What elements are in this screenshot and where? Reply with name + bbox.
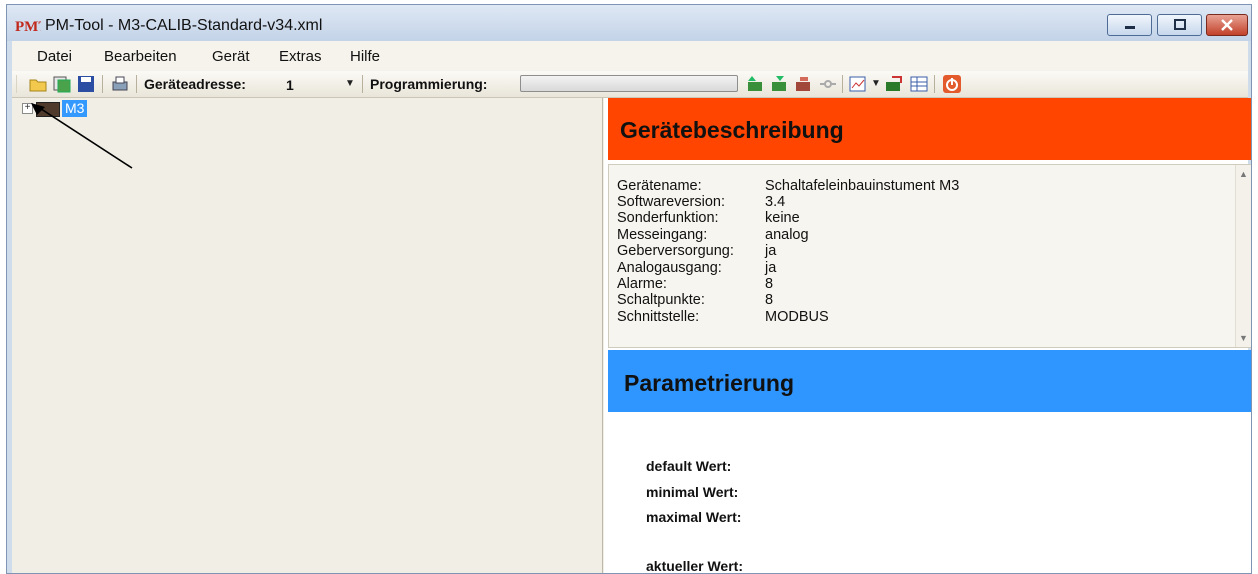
close-icon	[1207, 15, 1247, 35]
parametrization-panel: default Wert: minimal Wert: maximal Wert…	[608, 412, 1251, 574]
title-bar[interactable]: PMT PM-Tool - M3-CALIB-Standard-v34.xml	[7, 5, 1251, 41]
default-value-label: default Wert:	[646, 458, 732, 474]
detail-pane: Gerätebeschreibung Gerätename: Schaltafel…	[604, 98, 1251, 573]
desc-value: MODBUS	[765, 309, 829, 325]
toolbar-separator	[102, 75, 103, 93]
chart-icon[interactable]	[848, 74, 868, 94]
desc-row: Schaltpunkte: 8	[617, 292, 773, 308]
max-value-label: maximal Wert:	[646, 509, 742, 525]
programming-label: Programmierung:	[370, 76, 488, 92]
maximize-icon	[1158, 15, 1201, 35]
toolbar-separator	[842, 75, 843, 93]
close-button[interactable]	[1206, 14, 1248, 36]
toolbar-separator	[362, 75, 363, 93]
desc-key: Schaltpunkte:	[617, 292, 705, 308]
device-address-value[interactable]: 1	[286, 77, 294, 93]
device-description-title: Gerätebeschreibung	[620, 117, 844, 143]
client-area: Datei Bearbeiten Gerät Extras Hilfe Gerä…	[12, 41, 1251, 573]
arrow-pointer-icon	[31, 103, 133, 169]
scroll-down-icon[interactable]: ▼	[1239, 333, 1248, 343]
desc-value: ja	[765, 260, 777, 276]
desc-key: Geberversorgung:	[617, 243, 734, 259]
desc-key: Sonderfunktion:	[617, 210, 719, 226]
device-description-panel: Gerätename: Schaltafeleinbauinstument M3 …	[608, 164, 1251, 348]
desc-value: ja	[765, 243, 777, 259]
desc-row: Sonderfunktion: keine	[617, 210, 800, 226]
device-address-label: Geräteadresse:	[144, 76, 246, 92]
open-folder-icon[interactable]	[28, 74, 48, 94]
write-device-icon[interactable]	[770, 74, 790, 94]
parametrization-header: Parametrierung	[608, 350, 1251, 412]
desc-row: Softwareversion: 3.4	[617, 194, 785, 210]
device-description-header: Gerätebeschreibung	[608, 98, 1251, 160]
svg-text:PMT: PMT	[15, 19, 41, 35]
toolbar-grip[interactable]	[16, 75, 17, 93]
menu-bar: Datei Bearbeiten Gerät Extras Hilfe	[12, 41, 1248, 71]
menu-geraet[interactable]: Gerät	[212, 48, 250, 65]
read-device-icon[interactable]	[746, 74, 766, 94]
toolbar-separator	[136, 75, 137, 93]
toolbar-separator	[934, 75, 935, 93]
desc-value: analog	[765, 227, 809, 243]
app-logo-icon: PMT	[15, 19, 41, 35]
desc-row: Gerätename: Schaltafeleinbauinstument M3	[617, 178, 959, 194]
programming-progress-bar	[520, 75, 738, 92]
export-icon[interactable]	[884, 74, 904, 94]
description-scrollbar[interactable]: ▲ ▼	[1235, 165, 1251, 347]
app-window: PMT PM-Tool - M3-CALIB-Standard-v34.xml …	[6, 4, 1252, 574]
table-icon[interactable]	[909, 74, 929, 94]
menu-bearbeiten[interactable]: Bearbeiten	[104, 48, 177, 65]
transfer-icon[interactable]	[794, 74, 814, 94]
window-title: PM-Tool - M3-CALIB-Standard-v34.xml	[45, 17, 323, 34]
desc-row: Geberversorgung: ja	[617, 243, 776, 259]
chevron-down-icon[interactable]: ▼	[871, 78, 881, 89]
menu-hilfe[interactable]: Hilfe	[350, 48, 380, 65]
desc-key: Gerätename:	[617, 178, 702, 194]
desc-key: Analogausgang:	[617, 260, 722, 276]
menu-datei[interactable]: Datei	[37, 48, 72, 65]
desc-key: Softwareversion:	[617, 194, 725, 210]
device-tree[interactable]: + M3	[12, 98, 603, 573]
min-value-label: minimal Wert:	[646, 484, 739, 500]
desc-row: Messeingang: analog	[617, 227, 809, 243]
desc-value: 8	[765, 292, 774, 308]
current-value-label: aktueller Wert:	[646, 558, 743, 574]
minimize-icon	[1108, 15, 1151, 35]
toolbar: Geräteadresse: 1 ▼ Programmierung: ▼	[12, 71, 1248, 98]
desc-value: Schaltafeleinbauinstument M3	[765, 178, 960, 194]
minimize-button[interactable]	[1107, 14, 1152, 36]
desc-key: Messeingang:	[617, 227, 708, 243]
scroll-up-icon[interactable]: ▲	[1239, 169, 1248, 179]
desc-value: 8	[765, 276, 774, 292]
desc-row: Analogausgang: ja	[617, 260, 776, 276]
desc-value: keine	[765, 210, 800, 226]
desc-row: Alarme: 8	[617, 276, 773, 292]
desc-key: Alarme:	[617, 276, 667, 292]
desc-row: Schnittstelle: MODBUS	[617, 309, 829, 325]
menu-extras[interactable]: Extras	[279, 48, 322, 65]
power-icon[interactable]	[942, 74, 962, 94]
chevron-down-icon[interactable]: ▼	[345, 78, 355, 89]
maximize-button[interactable]	[1157, 14, 1202, 36]
desc-key: Schnittstelle:	[617, 309, 700, 325]
save-icon[interactable]	[76, 74, 96, 94]
print-icon[interactable]	[110, 74, 130, 94]
parametrization-title: Parametrierung	[624, 370, 795, 396]
save-all-icon[interactable]	[52, 74, 72, 94]
desc-value: 3.4	[765, 194, 786, 210]
connect-icon[interactable]	[818, 74, 838, 94]
